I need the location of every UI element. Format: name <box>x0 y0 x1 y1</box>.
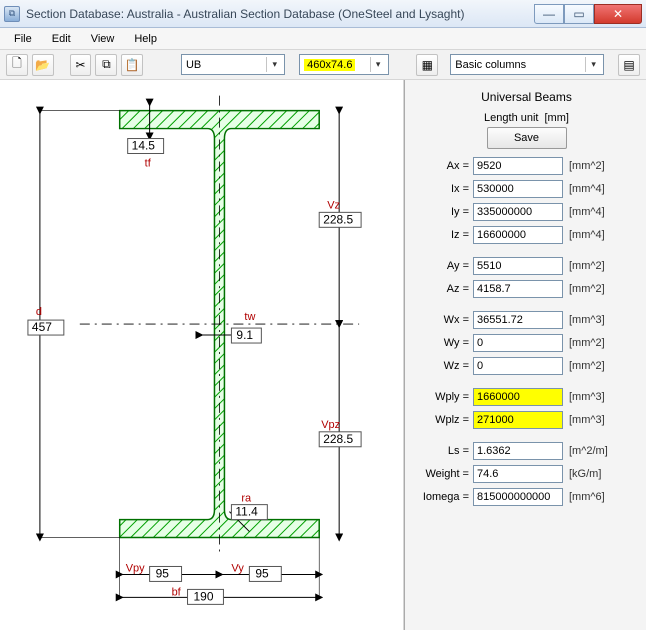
fld-Wy[interactable] <box>473 334 563 352</box>
unit-Az: [mm^2] <box>563 283 605 295</box>
close-button[interactable]: ✕ <box>594 4 642 24</box>
unit-Wplz: [mm^3] <box>563 414 605 426</box>
lbl-Ix: Ix = <box>413 183 473 195</box>
dim-tf-label: tf <box>145 157 152 169</box>
fld-Wply[interactable] <box>473 388 563 406</box>
fld-Iy[interactable] <box>473 203 563 221</box>
properties-panel: Universal Beams Length unit [mm] Save Ax… <box>404 80 646 630</box>
lbl-Wply: Wply = <box>413 391 473 403</box>
toolbar: 🗋 📂 ✂ ⧉ 📋 UB ▾ 460x74.6 ▾ ▦ Basic column… <box>0 50 646 80</box>
lbl-Ax: Ax = <box>413 160 473 172</box>
lbl-Ls: Ls = <box>413 445 473 457</box>
unit-Iy: [mm^4] <box>563 206 605 218</box>
fld-Wz[interactable] <box>473 357 563 375</box>
lbl-Iz: Iz = <box>413 229 473 241</box>
section-size-combo[interactable]: 460x74.6 ▾ <box>299 54 388 75</box>
dim-tw-label: tw <box>244 311 255 323</box>
lbl-Weight: Weight = <box>413 468 473 480</box>
menu-edit[interactable]: Edit <box>44 31 79 47</box>
fld-Iz[interactable] <box>473 226 563 244</box>
menu-view[interactable]: View <box>83 31 123 47</box>
lbl-Iy: Iy = <box>413 206 473 218</box>
dim-vy-value: 95 <box>255 566 269 580</box>
dim-ra-value: 11.4 <box>235 505 258 519</box>
fld-Wplz[interactable] <box>473 411 563 429</box>
fld-Ls[interactable] <box>473 442 563 460</box>
dim-d-label: d <box>36 306 42 318</box>
fld-Ix[interactable] <box>473 180 563 198</box>
unit-Wz: [mm^2] <box>563 360 605 372</box>
fld-Weight[interactable] <box>473 465 563 483</box>
columns-value: Basic columns <box>455 59 526 71</box>
dim-vz-value: 228.5 <box>323 212 353 226</box>
section-type-value: UB <box>186 59 201 71</box>
unit-Wply: [mm^3] <box>563 391 605 403</box>
length-unit-label: Length unit <box>484 112 538 124</box>
dim-vy-label: Vy <box>231 562 244 574</box>
dim-vpz-label: Vpz <box>321 419 340 431</box>
maximize-button[interactable]: ▭ <box>564 4 594 24</box>
menu-help[interactable]: Help <box>126 31 165 47</box>
section-size-value: 460x74.6 <box>304 59 355 71</box>
unit-Ls: [m^2/m] <box>563 445 608 457</box>
unit-Wx: [mm^3] <box>563 314 605 326</box>
fld-Ax[interactable] <box>473 157 563 175</box>
unit-Iz: [mm^4] <box>563 229 605 241</box>
unit-Weight: [kG/m] <box>563 468 601 480</box>
menubar: File Edit View Help <box>0 28 646 50</box>
fld-Wx[interactable] <box>473 311 563 329</box>
fld-Ay[interactable] <box>473 257 563 275</box>
section-drawing: d 457 14.5 tf tw 9.1 Vz 228.5 Vpz 228.5 <box>0 80 404 630</box>
paste-icon[interactable]: 📋 <box>121 54 143 76</box>
lbl-Iomega: Iomega = <box>413 491 473 503</box>
titlebar: ⧉ Section Database: Australia - Australi… <box>0 0 646 28</box>
dim-ra-label: ra <box>241 493 252 505</box>
chevron-down-icon: ▾ <box>370 57 386 72</box>
dim-tw-value: 9.1 <box>236 328 253 342</box>
open-icon[interactable]: 📂 <box>32 54 54 76</box>
unit-Ax: [mm^2] <box>563 160 605 172</box>
lbl-Wx: Wx = <box>413 314 473 326</box>
menu-file[interactable]: File <box>6 31 40 47</box>
copy-icon[interactable]: ⧉ <box>95 54 117 76</box>
window-title: Section Database: Australia - Australian… <box>26 7 534 21</box>
section-type-combo[interactable]: UB ▾ <box>181 54 285 75</box>
dim-vpy-label: Vpy <box>126 562 145 574</box>
new-icon[interactable]: 🗋 <box>6 54 28 76</box>
dim-vpz-value: 228.5 <box>323 432 353 446</box>
length-unit-value: [mm] <box>544 112 568 124</box>
dim-d-value: 457 <box>32 320 52 334</box>
dim-vpy-value: 95 <box>156 566 170 580</box>
grid-icon[interactable]: ▦ <box>416 54 438 76</box>
unit-Wy: [mm^2] <box>563 337 605 349</box>
dim-vz-label: Vz <box>327 199 340 211</box>
columns-combo[interactable]: Basic columns ▾ <box>450 54 604 75</box>
chevron-down-icon: ▾ <box>266 57 282 72</box>
dim-tf-value: 14.5 <box>132 139 156 153</box>
unit-Ix: [mm^4] <box>563 183 605 195</box>
unit-Iomega: [mm^6] <box>563 491 605 503</box>
cut-icon[interactable]: ✂ <box>70 54 92 76</box>
expand-icon[interactable]: ▤ <box>618 54 640 76</box>
unit-Ay: [mm^2] <box>563 260 605 272</box>
lbl-Wplz: Wplz = <box>413 414 473 426</box>
save-button[interactable]: Save <box>487 127 567 149</box>
minimize-button[interactable]: — <box>534 4 564 24</box>
panel-title: Universal Beams <box>413 86 640 112</box>
dim-bf-label: bf <box>172 586 182 598</box>
lbl-Wz: Wz = <box>413 360 473 372</box>
lbl-Ay: Ay = <box>413 260 473 272</box>
chevron-down-icon: ▾ <box>585 57 601 72</box>
lbl-Az: Az = <box>413 283 473 295</box>
dim-bf-value: 190 <box>194 589 214 603</box>
fld-Iomega[interactable] <box>473 488 563 506</box>
app-icon: ⧉ <box>4 6 20 22</box>
fld-Az[interactable] <box>473 280 563 298</box>
lbl-Wy: Wy = <box>413 337 473 349</box>
